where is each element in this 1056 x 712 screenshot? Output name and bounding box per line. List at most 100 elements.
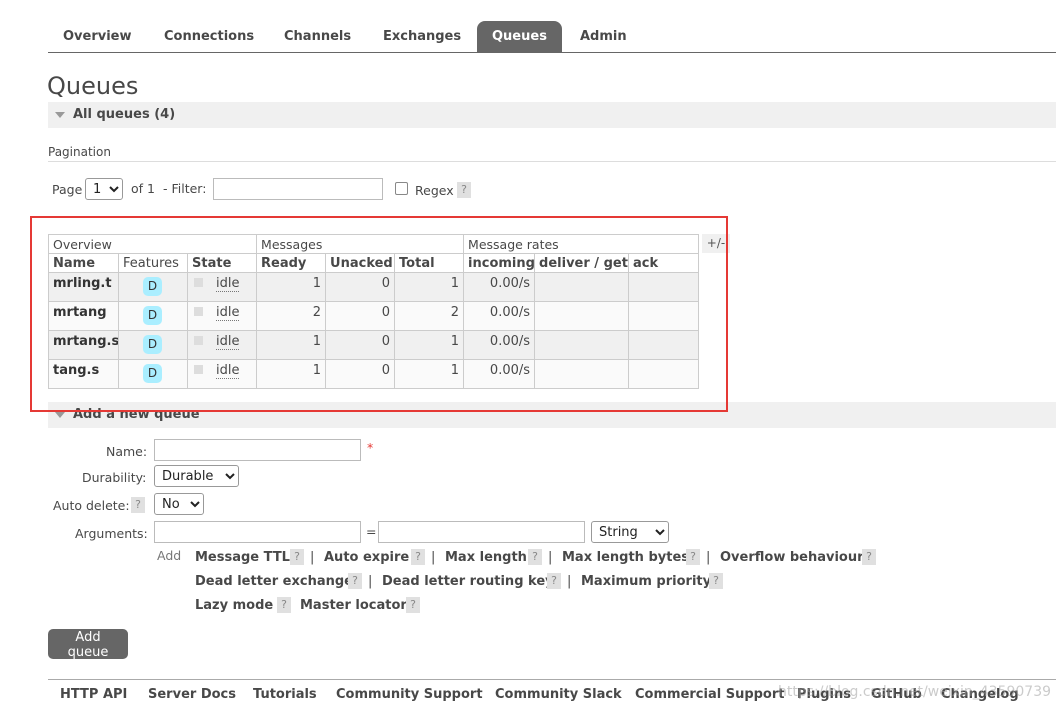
- deliver-get-rate: [534, 301, 630, 331]
- auto-delete-select[interactable]: No: [154, 493, 204, 515]
- deliver-get-rate: [534, 272, 630, 302]
- table-row[interactable]: mrling.t D idle 1 0 1 0.00/s: [48, 272, 700, 302]
- separator: |: [368, 574, 373, 589]
- state-cell: idle: [186, 330, 258, 360]
- ack-rate: [628, 330, 700, 360]
- features-cell: D: [118, 272, 188, 302]
- master-locator-help-icon[interactable]: ?: [406, 597, 420, 613]
- arg-link-message-ttl[interactable]: Message TTL: [195, 550, 290, 565]
- durability-label: Durability:: [82, 470, 147, 485]
- auto-delete-label: Auto delete:: [53, 498, 130, 513]
- footer-link-http-api[interactable]: HTTP API: [60, 687, 127, 702]
- footer-link-commercial-support[interactable]: Commercial Support: [635, 687, 785, 702]
- column-header-total[interactable]: Total: [394, 253, 465, 273]
- add-queue-toggle[interactable]: Add a new queue: [48, 402, 1056, 428]
- message-ttl-help-icon[interactable]: ?: [290, 549, 304, 565]
- name-label: Name:: [106, 444, 148, 459]
- state-text: idle: [216, 363, 240, 379]
- footer-link-community-support[interactable]: Community Support: [336, 687, 483, 702]
- argument-value-input[interactable]: [378, 521, 585, 543]
- durability-select[interactable]: Durable: [154, 465, 239, 487]
- state-indicator-icon: [194, 336, 203, 345]
- queue-name[interactable]: mrling.t: [48, 272, 119, 302]
- footer-link-community-slack[interactable]: Community Slack: [495, 687, 622, 702]
- tab-overview[interactable]: Overview: [48, 21, 147, 53]
- page-label: Page: [52, 182, 83, 197]
- argument-type-select[interactable]: String: [591, 521, 669, 543]
- filter-label: - Filter:: [163, 181, 207, 196]
- arg-link-auto-expire[interactable]: Auto expire: [324, 550, 409, 565]
- state-cell: idle: [186, 359, 258, 389]
- tab-exchanges[interactable]: Exchanges: [368, 21, 476, 53]
- max-length-bytes-help-icon[interactable]: ?: [686, 549, 700, 565]
- column-header-deliver-get[interactable]: deliver / get: [534, 253, 630, 273]
- max-length-help-icon[interactable]: ?: [528, 549, 542, 565]
- arg-link-dead-letter-routing-key[interactable]: Dead letter routing key: [382, 574, 554, 589]
- overflow-behaviour-help-icon[interactable]: ?: [862, 549, 876, 565]
- unacked-count: 0: [325, 359, 396, 389]
- watermark-text: https://blog.csdn.net/weixin_43590739: [778, 684, 1052, 700]
- arg-link-master-locator[interactable]: Master locator: [300, 598, 407, 613]
- queue-name[interactable]: mrtang: [48, 301, 119, 331]
- queue-name-input[interactable]: [154, 439, 361, 461]
- column-header-ack[interactable]: ack: [628, 253, 700, 273]
- separator: |: [431, 550, 436, 565]
- table-row[interactable]: mrtang D idle 2 0 2 0.00/s: [48, 301, 700, 331]
- add-queue-button[interactable]: Add queue: [48, 629, 128, 660]
- unacked-count: 0: [325, 272, 396, 302]
- total-count: 1: [394, 330, 465, 360]
- arg-link-lazy-mode[interactable]: Lazy mode: [195, 598, 273, 613]
- column-header-name[interactable]: Name: [48, 253, 119, 273]
- table-row[interactable]: mrtang.s D idle 1 0 1 0.00/s: [48, 330, 700, 360]
- tab-connections[interactable]: Connections: [149, 21, 269, 53]
- maximum-priority-help-icon[interactable]: ?: [709, 573, 723, 589]
- regex-help-icon[interactable]: ?: [457, 182, 471, 198]
- auto-delete-help-icon[interactable]: ?: [131, 497, 145, 513]
- filter-input[interactable]: [213, 178, 383, 200]
- arg-link-max-length-bytes[interactable]: Max length bytes: [562, 550, 689, 565]
- arg-link-max-length[interactable]: Max length: [445, 550, 527, 565]
- incoming-rate: 0.00/s: [463, 359, 536, 389]
- column-toggle-button[interactable]: +/-: [702, 234, 730, 253]
- tab-admin[interactable]: Admin: [565, 21, 642, 53]
- incoming-rate: 0.00/s: [463, 272, 536, 302]
- group-header-message-rates: Message rates: [463, 234, 700, 254]
- dead-letter-routing-key-help-icon[interactable]: ?: [547, 573, 561, 589]
- incoming-rate: 0.00/s: [463, 330, 536, 360]
- tab-queues[interactable]: Queues: [477, 21, 562, 53]
- queue-name[interactable]: mrtang.s: [48, 330, 119, 360]
- durable-badge: D: [143, 364, 162, 383]
- queue-name[interactable]: tang.s: [48, 359, 119, 389]
- separator: |: [567, 574, 572, 589]
- column-header-state[interactable]: State: [186, 253, 258, 273]
- arg-link-overflow-behaviour[interactable]: Overflow behaviour: [720, 550, 864, 565]
- page-select[interactable]: 1: [85, 178, 123, 200]
- auto-expire-help-icon[interactable]: ?: [411, 549, 425, 565]
- state-cell: idle: [186, 272, 258, 302]
- lazy-mode-help-icon[interactable]: ?: [277, 597, 291, 613]
- all-queues-label: All queues (4): [73, 107, 176, 122]
- top-nav: Overview Connections Channels Exchanges …: [48, 21, 1056, 53]
- dead-letter-exchange-help-icon[interactable]: ?: [348, 573, 362, 589]
- required-mark: *: [367, 440, 374, 455]
- all-queues-toggle[interactable]: All queues (4): [48, 102, 1056, 128]
- incoming-rate: 0.00/s: [463, 301, 536, 331]
- regex-checkbox[interactable]: [395, 182, 408, 195]
- footer-link-tutorials[interactable]: Tutorials: [253, 687, 317, 702]
- arg-link-maximum-priority[interactable]: Maximum priority: [581, 574, 711, 589]
- unacked-count: 0: [325, 301, 396, 331]
- state-text: idle: [216, 305, 240, 321]
- column-header-incoming[interactable]: incoming: [463, 253, 536, 273]
- table-row[interactable]: tang.s D idle 1 0 1 0.00/s: [48, 359, 700, 389]
- total-count: 2: [394, 301, 465, 331]
- total-count: 1: [394, 272, 465, 302]
- page-title: Queues: [47, 72, 139, 100]
- tab-channels[interactable]: Channels: [269, 21, 366, 53]
- add-argument-label: Add: [157, 548, 182, 563]
- column-header-unacked[interactable]: Unacked: [325, 253, 396, 273]
- footer-link-server-docs[interactable]: Server Docs: [148, 687, 236, 702]
- argument-key-input[interactable]: [154, 521, 361, 543]
- column-header-ready[interactable]: Ready: [256, 253, 327, 273]
- deliver-get-rate: [534, 330, 630, 360]
- arg-link-dead-letter-exchange[interactable]: Dead letter exchange: [195, 574, 353, 589]
